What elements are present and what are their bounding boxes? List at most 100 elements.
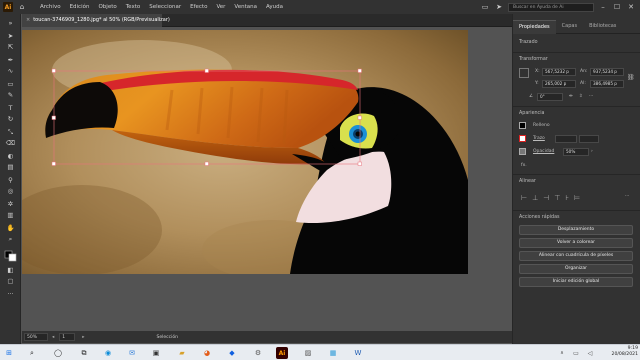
menu-efecto[interactable]: Efecto xyxy=(190,4,207,10)
angle-input[interactable]: 0° xyxy=(537,93,563,101)
app-logo: Ai xyxy=(3,2,13,12)
photos-icon[interactable]: ▨ xyxy=(302,347,314,359)
eraser-tool-icon[interactable]: ⌫ xyxy=(4,139,17,148)
graph-tool-icon[interactable]: ▥ xyxy=(4,211,17,220)
rectangle-tool-icon[interactable]: ▭ xyxy=(4,80,17,89)
store-icon[interactable]: ▣ xyxy=(150,347,162,359)
flip-horizontal-icon[interactable]: ⇹ xyxy=(569,94,573,99)
illustrator-taskbar-icon[interactable]: Ai xyxy=(276,347,288,359)
document-tab[interactable]: × toucan-3746909_1280.jpg* al 50% (RGB/Pr… xyxy=(22,14,170,27)
shape-builder-tool-icon[interactable]: ◐ xyxy=(4,152,17,161)
fill-stroke-swatch-icon[interactable] xyxy=(4,250,17,262)
file-explorer-icon[interactable]: ▰ xyxy=(176,347,188,359)
rotate-tool-icon[interactable]: ↻ xyxy=(4,115,17,124)
align-buttons-icon[interactable]: ⊢⊥⊣⊤⊦⊨ xyxy=(521,194,585,202)
properties-panel: Propiedades Capas Bibliotecas Trazado Tr… xyxy=(512,14,640,344)
toucan-artwork[interactable] xyxy=(22,30,468,274)
settings-icon[interactable]: ⚙ xyxy=(252,347,264,359)
menu-ayuda[interactable]: Ayuda xyxy=(266,4,283,10)
stroke-weight-dropdown[interactable] xyxy=(579,135,599,143)
status-selection-label: Selección xyxy=(156,334,178,340)
brush-tool-icon[interactable]: ✎ xyxy=(4,91,17,100)
screen-mode-icon[interactable]: ▢ xyxy=(4,277,17,286)
tab-close-icon[interactable]: × xyxy=(26,17,30,23)
firefox-icon[interactable]: ◕ xyxy=(201,347,213,359)
network-icon[interactable]: ▭ xyxy=(570,347,582,359)
word-icon[interactable]: W xyxy=(352,347,364,359)
align-more-icon[interactable]: ··· xyxy=(625,194,629,199)
height-input[interactable]: 386,4985 p xyxy=(590,80,624,88)
menu-ver[interactable]: Ver xyxy=(216,4,225,10)
recolor-button[interactable]: Volver a colorear xyxy=(519,238,633,248)
opacity-input[interactable]: 50% xyxy=(563,148,589,156)
menu-archivo[interactable]: Archivo xyxy=(40,4,61,10)
x-input[interactable]: 567,5232 p xyxy=(542,68,576,76)
artboard[interactable] xyxy=(22,30,468,274)
menu-seleccionar[interactable]: Seleccionar xyxy=(149,4,181,10)
dropbox-icon[interactable]: ◆ xyxy=(226,347,238,359)
minimize-icon[interactable]: – xyxy=(598,3,608,11)
fill-swatch[interactable] xyxy=(519,122,526,129)
type-tool-icon[interactable]: T xyxy=(4,104,17,113)
multitask-icon[interactable]: ⧉ xyxy=(78,347,90,359)
hand-tool-icon[interactable]: ✋ xyxy=(4,224,17,233)
opacity-dropdown-icon[interactable]: › xyxy=(591,149,593,154)
send-icon[interactable]: ➤ xyxy=(494,3,504,11)
task-view-icon[interactable]: ◯ xyxy=(52,347,64,359)
tab-bibliotecas[interactable]: Bibliotecas xyxy=(583,20,622,34)
artboard-nav-next-icon[interactable]: ▸ xyxy=(82,335,86,340)
taskbar: ⊞ ⌕ ◯ ⧉ ◉ ✉ ▣ ▰ ◕ ◆ ⚙ Ai ▨ ▦ W ∧ ▭ ◁ 9:1… xyxy=(0,344,640,360)
scale-tool-icon[interactable]: ⤡ xyxy=(4,128,17,137)
stroke-label[interactable]: Trazo xyxy=(533,136,545,141)
menu-objeto[interactable]: Objeto xyxy=(98,4,116,10)
y-input[interactable]: 265,002 p xyxy=(542,80,576,88)
flip-vertical-icon[interactable]: ⇳ xyxy=(579,94,583,99)
artboard-number-input[interactable]: 1 xyxy=(59,333,76,341)
opacity-label[interactable]: Opacidad xyxy=(533,149,554,154)
more-options-icon[interactable]: ··· xyxy=(589,94,593,99)
reference-point-icon[interactable] xyxy=(519,68,529,78)
selection-tool-icon[interactable]: ➤ xyxy=(4,32,17,41)
gradient-tool-icon[interactable]: ▤ xyxy=(4,163,17,172)
stroke-weight-input[interactable] xyxy=(555,135,577,143)
constrain-proportions-icon[interactable]: ⛓ xyxy=(627,74,635,81)
zoom-tool-icon[interactable]: ⌕ xyxy=(4,235,17,244)
home-icon[interactable]: ⌂ xyxy=(16,1,28,13)
offset-path-button[interactable]: Desplazamiento xyxy=(519,225,633,235)
blend-tool-icon[interactable]: ◎ xyxy=(4,187,17,196)
tab-capas[interactable]: Capas xyxy=(556,20,583,34)
width-input[interactable]: 937,5234 p xyxy=(590,68,624,76)
drawing-modes-icon[interactable]: ◧ xyxy=(4,266,17,275)
stroke-swatch[interactable] xyxy=(519,135,526,142)
maximize-icon[interactable]: ☐ xyxy=(612,3,622,11)
zoom-select[interactable]: 50% xyxy=(24,333,48,341)
edge-icon[interactable]: ◉ xyxy=(102,347,114,359)
fx-label[interactable]: fx. xyxy=(521,163,527,168)
menu-texto[interactable]: Texto xyxy=(126,4,141,10)
tab-propiedades[interactable]: Propiedades xyxy=(513,20,556,34)
menu-edicion[interactable]: Edición xyxy=(70,4,90,10)
pen-tool-icon[interactable]: ✒ xyxy=(4,56,17,65)
app-icon-blue[interactable]: ▦ xyxy=(327,347,339,359)
collapse-icon[interactable]: » xyxy=(4,19,17,28)
arrange-button[interactable]: Organizar xyxy=(519,264,633,274)
volume-icon[interactable]: ◁ xyxy=(584,347,596,359)
eyedropper-tool-icon[interactable]: ⚲ xyxy=(4,176,17,185)
clock-date: 20/08/2021 xyxy=(611,352,638,357)
curvature-tool-icon[interactable]: ∿ xyxy=(4,67,17,76)
start-icon[interactable]: ⊞ xyxy=(3,347,15,359)
mail-icon[interactable]: ✉ xyxy=(126,347,138,359)
help-search-input[interactable]: Buscar en Ayuda de Ai xyxy=(508,2,594,12)
clock[interactable]: 9:19 20/08/2021 xyxy=(612,346,638,358)
workspace-icon[interactable]: ▭ xyxy=(480,3,490,11)
direct-selection-tool-icon[interactable]: ⇱ xyxy=(4,43,17,52)
tray-chevron-icon[interactable]: ∧ xyxy=(556,347,568,359)
align-pixel-grid-button[interactable]: Alinear con cuadrícula de píxeles xyxy=(519,251,633,261)
edit-toolbar-icon[interactable]: ··· xyxy=(4,290,17,299)
global-edit-button[interactable]: Iniciar edición global xyxy=(519,277,633,287)
search-icon[interactable]: ⌕ xyxy=(26,347,38,359)
close-icon[interactable]: ✕ xyxy=(626,3,636,11)
symbol-sprayer-tool-icon[interactable]: ✲ xyxy=(4,200,17,209)
menu-ventana[interactable]: Ventana xyxy=(234,4,257,10)
artboard-nav-prev-icon[interactable]: ◂ xyxy=(52,335,56,340)
